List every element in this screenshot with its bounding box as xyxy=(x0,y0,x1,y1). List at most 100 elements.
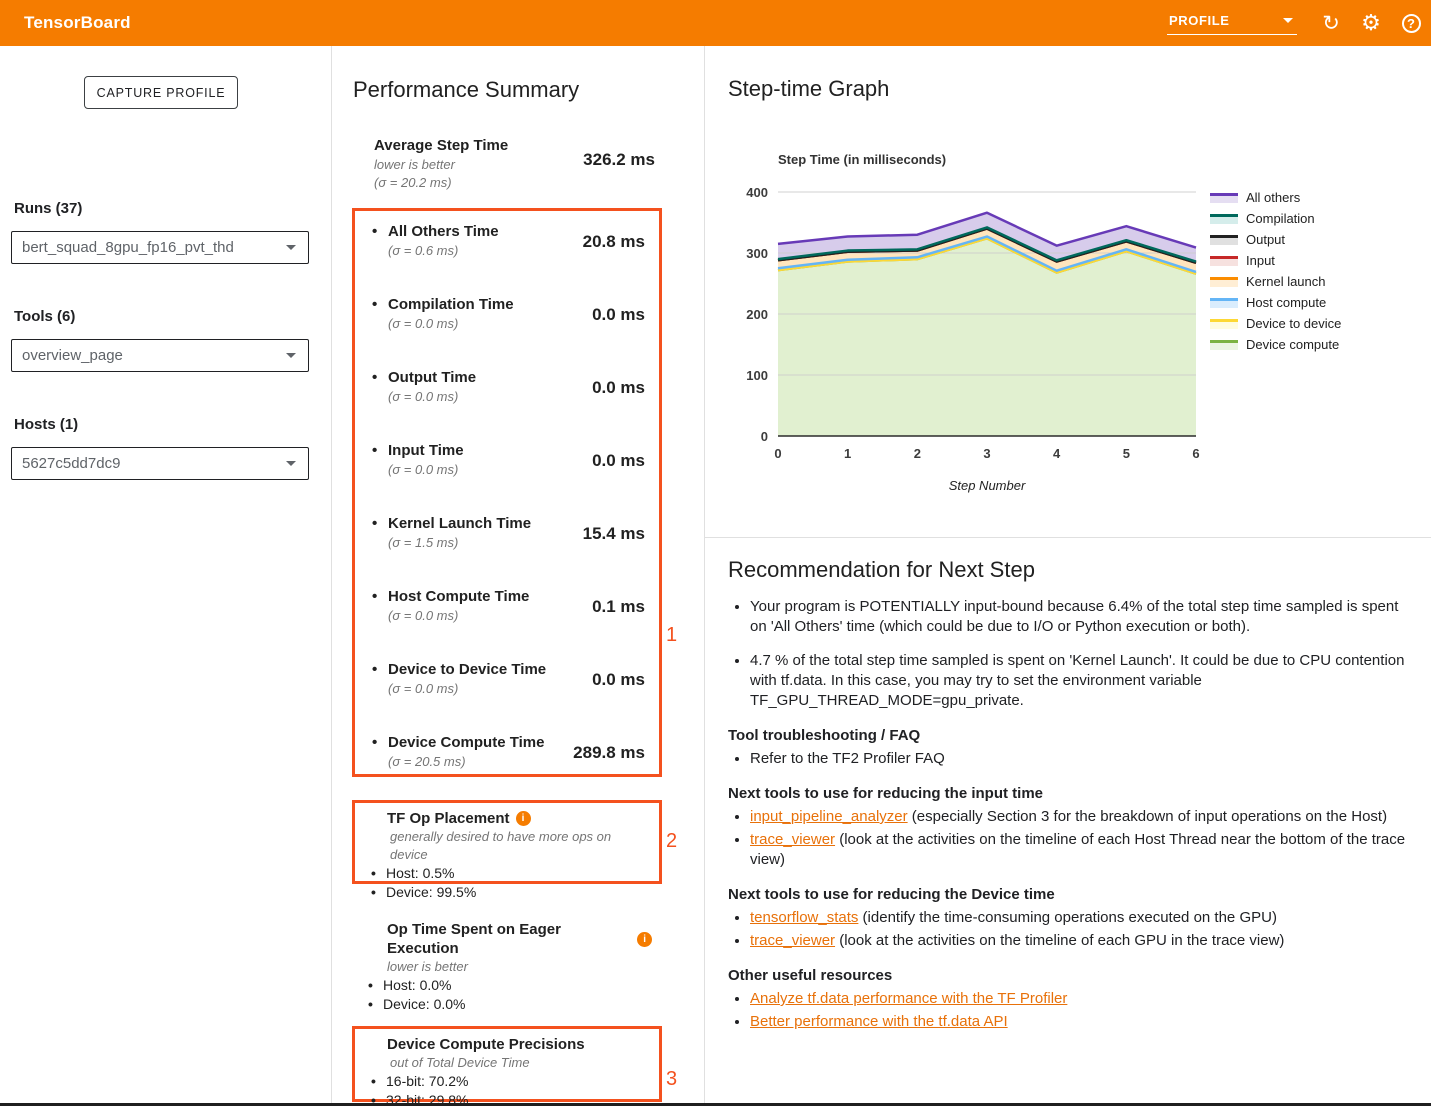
annotation-box-3: Device Compute Precisions out of Total D… xyxy=(352,1026,662,1102)
tf-op-placement-note: generally desired to have more ops on de… xyxy=(390,828,649,864)
link[interactable]: tensorflow_stats xyxy=(750,909,858,926)
bullet-icon: • xyxy=(368,976,383,995)
capture-profile-button[interactable]: CAPTURE PROFILE xyxy=(84,76,238,109)
legend-label: Compilation xyxy=(1246,211,1315,226)
bullet-icon: • xyxy=(371,883,386,902)
eager-execution-note: lower is better xyxy=(387,958,652,976)
runs-select[interactable]: bert_squad_8gpu_fp16_pvt_thd xyxy=(11,231,309,264)
group-item: Refer to the TF2 Profiler FAQ xyxy=(750,749,1418,769)
tools-label: Tools (6) xyxy=(14,308,75,325)
metric-label: Device to Device Time xyxy=(388,660,546,680)
refresh-icon[interactable]: ↻ xyxy=(1311,3,1351,43)
group-item: trace_viewer (look at the activities on … xyxy=(750,931,1418,951)
metric-sigma: (σ = 20.2 ms) xyxy=(374,174,508,192)
recommendation-group: Next tools to use for reducing the Devic… xyxy=(728,885,1418,951)
metric-sigma: (σ = 20.5 ms) xyxy=(388,753,544,771)
group-item: Analyze tf.data performance with the TF … xyxy=(750,989,1418,1009)
link[interactable]: input_pipeline_analyzer xyxy=(750,808,908,825)
legend-item: Output xyxy=(1210,232,1341,246)
metric-value: 0.1 ms xyxy=(592,597,645,625)
eager-execution-section: Op Time Spent on Eager Execution i lower… xyxy=(352,914,662,1014)
metric-label: Output Time xyxy=(388,368,476,388)
bullet-icon: • xyxy=(372,295,388,333)
metric-label: Compilation Time xyxy=(388,295,514,315)
annotation-box-2: TF Op Placement i generally desired to h… xyxy=(352,800,662,884)
hosts-select-value: 5627c5dd7dc9 xyxy=(22,455,120,472)
annotation-number-1: 1 xyxy=(666,624,677,647)
metric-row: • Input Time (σ = 0.0 ms) 0.0 ms xyxy=(372,441,645,479)
performance-summary-panel: Performance Summary Average Step Time lo… xyxy=(332,46,705,1106)
step-time-graph-title: Step-time Graph xyxy=(728,76,889,102)
info-icon[interactable]: i xyxy=(516,811,531,826)
help-icon[interactable]: ? xyxy=(1391,3,1431,43)
link[interactable]: trace_viewer xyxy=(750,932,835,949)
settings-gear-icon[interactable]: ⚙ xyxy=(1351,3,1391,43)
legend-item: Compilation xyxy=(1210,211,1341,225)
metric-label: Input Time xyxy=(388,441,464,461)
svg-text:6: 6 xyxy=(1192,446,1199,461)
metric-label: Host Compute Time xyxy=(388,587,529,607)
bullet-icon: • xyxy=(368,995,383,1014)
legend-swatch-icon xyxy=(1210,254,1238,266)
list-item: •Host: 0.5% xyxy=(371,864,649,883)
chevron-down-icon xyxy=(286,353,296,358)
link[interactable]: trace_viewer xyxy=(750,831,835,848)
recommendation-group: Next tools to use for reducing the input… xyxy=(728,784,1418,870)
legend-item: Input xyxy=(1210,253,1341,267)
group-item: tensorflow_stats (identify the time-cons… xyxy=(750,908,1418,928)
metric-value: 326.2 ms xyxy=(583,150,655,192)
metric-row: • Compilation Time (σ = 0.0 ms) 0.0 ms xyxy=(372,295,645,333)
legend-swatch-icon xyxy=(1210,296,1238,308)
metric-value: 15.4 ms xyxy=(583,524,645,552)
bullet-icon: • xyxy=(372,368,388,406)
svg-text:Step Number: Step Number xyxy=(949,478,1026,493)
metric-label: Average Step Time xyxy=(374,136,508,156)
group-heading: Other useful resources xyxy=(728,966,1418,986)
metric-sigma: (σ = 0.0 ms) xyxy=(388,680,546,698)
legend-label: Output xyxy=(1246,232,1285,247)
legend-item: Device compute xyxy=(1210,337,1341,351)
metric-value: 0.0 ms xyxy=(592,670,645,698)
metric-sigma: (σ = 0.6 ms) xyxy=(388,242,499,260)
group-heading: Next tools to use for reducing the Devic… xyxy=(728,885,1418,905)
device-precisions-note: out of Total Device Time xyxy=(390,1054,649,1072)
metric-value: 0.0 ms xyxy=(592,451,645,479)
recommendation-title: Recommendation for Next Step xyxy=(728,557,1418,583)
performance-summary-title: Performance Summary xyxy=(353,77,579,103)
tools-select-value: overview_page xyxy=(22,347,123,364)
list-item: •Host: 0.0% xyxy=(368,976,652,995)
metric-sigma: (σ = 0.0 ms) xyxy=(388,607,529,625)
tools-select[interactable]: overview_page xyxy=(11,339,309,372)
app-title: TensorBoard xyxy=(24,13,131,33)
legend-swatch-icon xyxy=(1210,338,1238,350)
dashboard-select-value: PROFILE xyxy=(1169,13,1230,28)
svg-text:Step Time (in milliseconds): Step Time (in milliseconds) xyxy=(778,152,946,167)
legend-label: All others xyxy=(1246,190,1300,205)
recommendation-group: Other useful resources Analyze tf.data p… xyxy=(728,966,1418,1032)
list-item: •16-bit: 70.2% xyxy=(371,1072,649,1091)
metric-note: lower is better xyxy=(374,156,508,174)
link[interactable]: Better performance with the tf.data API xyxy=(750,1013,1008,1030)
legend-label: Device to device xyxy=(1246,316,1341,331)
eager-execution-title: Op Time Spent on Eager Execution xyxy=(387,920,631,958)
hosts-select[interactable]: 5627c5dd7dc9 xyxy=(11,447,309,480)
section-divider xyxy=(705,537,1431,538)
metric-value: 0.0 ms xyxy=(592,305,645,333)
right-panel: Step-time Graph Step Time (in millisecon… xyxy=(705,46,1431,1106)
chart-legend: All othersCompilationOutputInputKernel l… xyxy=(1210,190,1341,351)
svg-text:1: 1 xyxy=(844,446,851,461)
legend-swatch-icon xyxy=(1210,233,1238,245)
chevron-down-icon xyxy=(1283,18,1293,23)
svg-text:0: 0 xyxy=(774,446,781,461)
legend-item: Host compute xyxy=(1210,295,1341,309)
metric-row: • Output Time (σ = 0.0 ms) 0.0 ms xyxy=(372,368,645,406)
metric-row: • Device to Device Time (σ = 0.0 ms) 0.0… xyxy=(372,660,645,698)
bullet-icon: • xyxy=(372,514,388,552)
info-icon[interactable]: i xyxy=(637,932,652,947)
device-precisions-title: Device Compute Precisions xyxy=(387,1035,585,1054)
tf-op-placement-title: TF Op Placement xyxy=(387,809,510,828)
metric-value: 289.8 ms xyxy=(573,743,645,771)
link[interactable]: Analyze tf.data performance with the TF … xyxy=(750,990,1067,1007)
dashboard-select[interactable]: PROFILE xyxy=(1167,11,1297,35)
step-time-chart: Step Time (in milliseconds)0100200300400… xyxy=(740,146,1240,496)
